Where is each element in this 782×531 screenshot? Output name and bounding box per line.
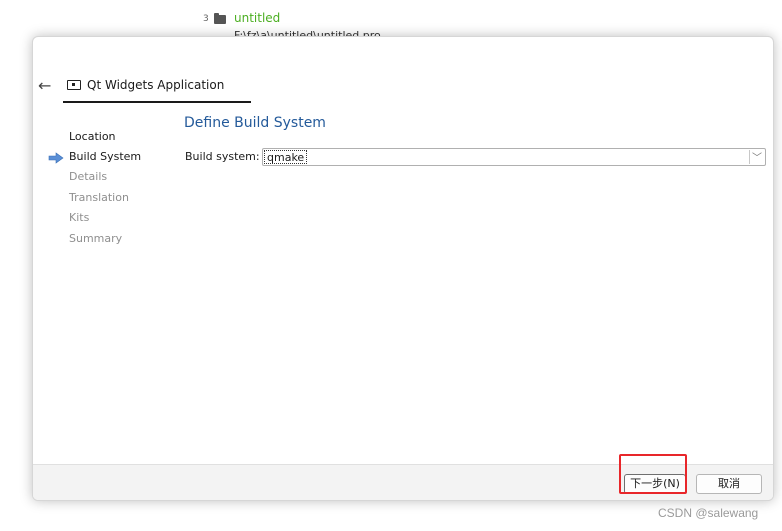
qt-widgets-icon (67, 80, 81, 90)
project-name[interactable]: untitled (234, 11, 280, 25)
red-highlight-box (619, 454, 687, 494)
page-title: Define Build System (184, 115, 326, 131)
step-kits: Kits (69, 211, 90, 224)
chevron-down-icon[interactable]: ﹀ (752, 149, 762, 164)
step-translation: Translation (69, 191, 129, 204)
new-project-wizard-dialog: ← Qt Widgets Application Location Build … (32, 36, 774, 501)
current-step-arrow-icon (48, 152, 64, 164)
build-system-value: qmake (264, 150, 308, 164)
step-build-system: Build System (69, 150, 142, 163)
folder-icon (214, 13, 226, 24)
build-system-label: Build system: (185, 150, 260, 163)
wizard-header: Qt Widgets Application (63, 77, 251, 103)
wizard-title: Qt Widgets Application (87, 78, 225, 92)
step-location: Location (69, 130, 116, 143)
select-divider (749, 150, 750, 164)
step-summary: Summary (69, 232, 123, 245)
project-index: 3 (203, 14, 209, 24)
build-system-select[interactable]: qmake ﹀ (262, 148, 766, 166)
step-details: Details (69, 170, 108, 183)
watermark: CSDN @salewang (658, 506, 759, 520)
cancel-button[interactable]: 取消 (696, 474, 762, 494)
back-arrow-icon[interactable]: ← (38, 76, 51, 95)
